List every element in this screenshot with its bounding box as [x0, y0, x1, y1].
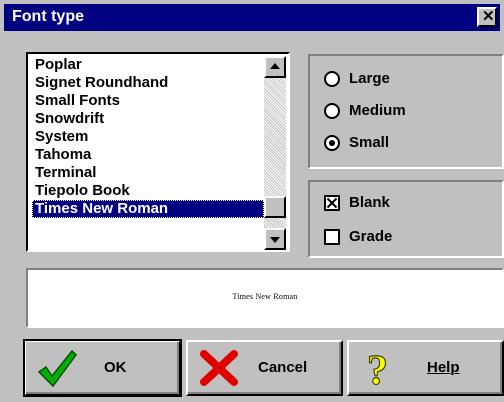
font-preview: Times New Roman: [26, 268, 504, 328]
svg-text:?: ?: [367, 348, 388, 388]
radio-button[interactable]: [324, 71, 340, 87]
size-radio-group: Large Medium Small: [308, 54, 504, 169]
check-x-icon: [326, 197, 338, 209]
checkbox[interactable]: [324, 229, 340, 245]
radio-label: Small: [349, 134, 390, 151]
red-x-icon: [200, 350, 238, 386]
radio-button[interactable]: [324, 103, 340, 119]
vertical-scrollbar[interactable]: [264, 56, 286, 250]
list-item-selected[interactable]: Times New Roman: [32, 200, 264, 218]
list-item[interactable]: Tahoma: [32, 146, 264, 164]
question-mark-icon: ?: [366, 348, 388, 388]
preview-text: Times New Roman: [232, 292, 298, 301]
help-button[interactable]: ? Help: [347, 340, 504, 396]
help-label: Help: [427, 359, 460, 376]
list-item[interactable]: Tiepolo Book: [32, 182, 264, 200]
ok-label: OK: [104, 359, 127, 376]
close-button[interactable]: ✕: [477, 7, 497, 27]
arrow-up-icon: [270, 63, 280, 69]
scroll-thumb[interactable]: [264, 196, 286, 218]
arrow-down-icon: [270, 237, 280, 243]
list-item[interactable]: Poplar: [32, 56, 264, 74]
list-item[interactable]: Small Fonts: [32, 92, 264, 110]
font-list: Poplar Signet Roundhand Small Fonts Snow…: [32, 56, 264, 218]
list-item[interactable]: System: [32, 128, 264, 146]
list-item[interactable]: Terminal: [32, 164, 264, 182]
window-title: Font type: [12, 8, 84, 25]
title-bar: Font type ✕: [4, 4, 500, 31]
radio-button[interactable]: [324, 135, 340, 151]
scroll-up-button[interactable]: [264, 56, 286, 78]
cancel-button[interactable]: Cancel: [186, 340, 343, 396]
checkbox-label: Blank: [349, 194, 390, 211]
scroll-down-button[interactable]: [264, 228, 286, 250]
cancel-label: Cancel: [258, 359, 308, 376]
checkbox[interactable]: [324, 195, 340, 211]
checkmark-icon: [37, 349, 77, 388]
ok-button[interactable]: OK: [23, 339, 182, 397]
radio-label: Medium: [349, 102, 406, 119]
font-listbox[interactable]: Poplar Signet Roundhand Small Fonts Snow…: [26, 52, 290, 252]
list-item[interactable]: Signet Roundhand: [32, 74, 264, 92]
font-type-dialog: Font type ✕ Poplar Signet Roundhand Smal…: [0, 0, 504, 402]
options-group: Blank Grade: [308, 180, 504, 258]
list-item[interactable]: Snowdrift: [32, 110, 264, 128]
close-icon: ✕: [482, 8, 495, 25]
checkbox-label: Grade: [349, 228, 393, 245]
radio-label: Large: [349, 70, 390, 87]
